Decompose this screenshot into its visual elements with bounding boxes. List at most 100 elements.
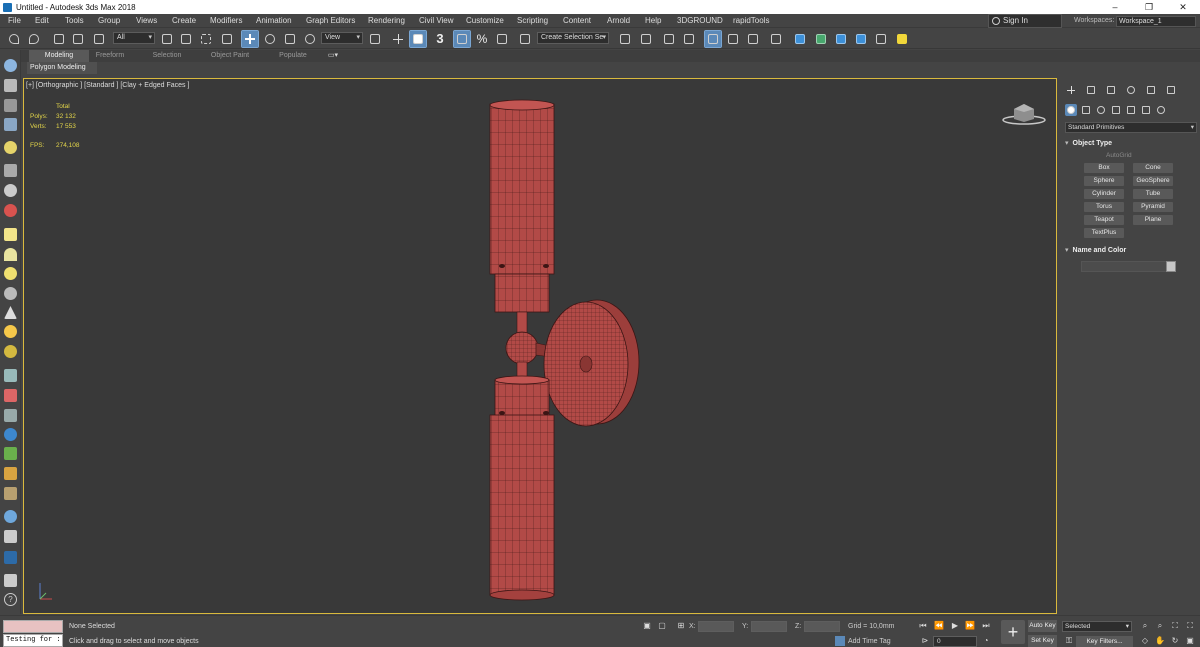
maximize-button[interactable]: ❐ <box>1132 0 1166 14</box>
snaps-toggle-icon[interactable]: 3 <box>432 31 448 47</box>
menu-help[interactable]: Help <box>645 14 661 28</box>
menu-3dground[interactable]: 3DGROUND <box>677 14 723 28</box>
rendered-frame-window-icon[interactable] <box>813 31 829 47</box>
select-and-rotate-icon[interactable] <box>262 31 278 47</box>
utilities-tab-icon[interactable] <box>1165 84 1177 96</box>
ribbon-options-icon[interactable]: ▭▾ <box>324 50 342 62</box>
menu-graph-editors[interactable]: Graph Editors <box>306 14 355 28</box>
y-coordinate-field[interactable] <box>751 621 787 632</box>
key-filter-icon[interactable]: ⚿ <box>1064 636 1074 646</box>
lights-icon[interactable] <box>1095 104 1107 116</box>
z-coordinate-field[interactable] <box>804 621 840 632</box>
perspective-viewport[interactable]: [+] [Orthographic ] [Standard ] [Clay + … <box>23 78 1057 614</box>
select-manipulate-icon[interactable] <box>390 31 406 47</box>
goto-end-icon[interactable]: ⏭ <box>981 621 991 631</box>
menu-animation[interactable]: Animation <box>256 14 292 28</box>
primitives-dropdown[interactable]: Standard Primitives <box>1065 122 1197 133</box>
time-configuration-icon[interactable]: ◔ <box>981 636 991 646</box>
tab-freeform[interactable]: Freeform <box>89 50 131 62</box>
teapot-button[interactable]: Teapot <box>1084 215 1124 225</box>
wall-sconce-model[interactable] <box>464 97 654 602</box>
mirror-icon[interactable] <box>617 31 633 47</box>
set-key-button[interactable]: Set Key <box>1028 635 1057 647</box>
previous-frame-icon[interactable]: ⏪ <box>934 621 944 631</box>
next-frame-icon[interactable]: ⏩ <box>965 621 975 631</box>
menu-arnold[interactable]: Arnold <box>607 14 630 28</box>
maxscript-listener-input[interactable]: Testing for : <box>3 634 63 647</box>
tape-icon[interactable] <box>4 389 17 402</box>
autogrid-checkbox[interactable]: AutoGrid <box>1106 152 1132 159</box>
light-icon[interactable] <box>4 141 17 154</box>
geosphere-button[interactable]: GeoSphere <box>1133 176 1173 186</box>
menu-content[interactable]: Content <box>563 14 591 28</box>
motion-tab-icon[interactable] <box>1125 84 1137 96</box>
omni-light-icon[interactable] <box>4 287 17 300</box>
textplus-button[interactable]: TextPlus <box>1084 228 1124 238</box>
zoom-icon[interactable]: ⌕ <box>1140 621 1150 631</box>
reference-coordinate-dropdown[interactable]: View <box>321 32 363 44</box>
unlink-icon[interactable] <box>70 31 86 47</box>
edit-named-selection-icon[interactable] <box>517 31 533 47</box>
object-type-rollout[interactable]: Object Type <box>1065 139 1193 147</box>
zoom-extents-all-icon[interactable]: ⛶ <box>1185 621 1195 631</box>
object-name-field[interactable] <box>1081 261 1167 272</box>
menu-scripting[interactable]: Scripting <box>517 14 548 28</box>
workspace-dropdown[interactable]: Workspace_1 <box>1116 16 1196 27</box>
current-frame-field[interactable]: 0 <box>933 636 977 647</box>
container-icon[interactable] <box>4 118 17 131</box>
sign-in-button[interactable]: Sign In <box>988 14 1062 28</box>
undo-icon[interactable] <box>6 31 22 47</box>
viewport-label[interactable]: [+] [Orthographic ] [Standard ] [Clay + … <box>26 82 189 89</box>
key-filters-button[interactable]: Key Filters... <box>1076 636 1133 647</box>
sun-icon[interactable] <box>4 325 17 338</box>
isolate-selection-icon[interactable]: ▣ <box>642 621 652 631</box>
polygon-modeling-panel[interactable]: Polygon Modeling <box>27 62 97 74</box>
selection-filter-dropdown[interactable]: All <box>113 32 155 44</box>
link-icon[interactable] <box>51 31 67 47</box>
curve-editor-icon[interactable] <box>725 31 741 47</box>
create-tab-icon[interactable] <box>1065 84 1077 96</box>
help-icon[interactable]: ? <box>4 593 17 606</box>
tab-selection[interactable]: Selection <box>146 50 188 62</box>
bind-space-warp-icon[interactable] <box>91 31 107 47</box>
hierarchy-tab-icon[interactable] <box>1105 84 1117 96</box>
toggle-ribbon-icon[interactable] <box>704 30 722 48</box>
box-button[interactable]: Box <box>1084 163 1124 173</box>
helpers-category-icon[interactable] <box>1125 104 1137 116</box>
arnold-icon[interactable] <box>4 551 17 564</box>
maxscript-output[interactable] <box>3 620 63 633</box>
select-and-scale-icon[interactable] <box>282 31 298 47</box>
orbit-icon[interactable]: ↻ <box>1170 636 1180 646</box>
select-and-place-icon[interactable] <box>302 31 318 47</box>
a360-gallery-icon[interactable] <box>894 31 910 47</box>
minimize-button[interactable]: – <box>1098 0 1132 14</box>
helpers-icon[interactable] <box>4 164 17 177</box>
select-object-icon[interactable] <box>159 31 175 47</box>
tube-button[interactable]: Tube <box>1133 189 1173 199</box>
menu-tools[interactable]: Tools <box>65 14 84 28</box>
globe-icon[interactable] <box>4 428 17 441</box>
pan-view-icon[interactable]: ✋ <box>1155 636 1165 646</box>
align-icon[interactable] <box>638 31 654 47</box>
sphere-button[interactable]: Sphere <box>1084 176 1124 186</box>
space-warps-icon[interactable] <box>1140 104 1152 116</box>
add-time-tag-button[interactable]: Add Time Tag <box>848 638 891 645</box>
menu-civil-view[interactable]: Civil View <box>419 14 454 28</box>
cameras-icon[interactable] <box>1110 104 1122 116</box>
script-icon[interactable] <box>4 530 17 543</box>
torus-button[interactable]: Torus <box>1084 202 1124 212</box>
key-selection-dropdown[interactable]: Selected <box>1062 621 1132 632</box>
menu-rendering[interactable]: Rendering <box>368 14 405 28</box>
rectangular-selection-icon[interactable] <box>198 31 214 47</box>
menu-file[interactable]: File <box>8 14 21 28</box>
menu-modifiers[interactable]: Modifiers <box>210 14 242 28</box>
pyramid-button[interactable]: Pyramid <box>1133 202 1173 212</box>
wrench-icon[interactable] <box>4 467 17 480</box>
field-of-view-icon[interactable]: ◇ <box>1140 636 1150 646</box>
display-tab-icon[interactable] <box>1145 84 1157 96</box>
zoom-extents-icon[interactable]: ⛶ <box>1170 621 1180 631</box>
auto-key-button[interactable]: Auto Key <box>1028 620 1057 632</box>
sky-icon[interactable] <box>4 345 17 358</box>
camera-icon[interactable] <box>4 184 17 197</box>
use-pivot-center-icon[interactable] <box>367 31 383 47</box>
